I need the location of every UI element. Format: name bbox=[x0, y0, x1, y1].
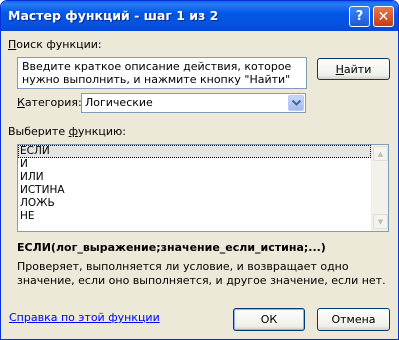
function-wizard-dialog: Мастер функций - шаг 1 из 2 ? ✕ Поиск фу… bbox=[0, 0, 399, 340]
ok-button[interactable]: ОК bbox=[233, 308, 305, 331]
window-title: Мастер функций - шаг 1 из 2 bbox=[8, 8, 219, 23]
find-button[interactable]: Найти bbox=[317, 58, 390, 80]
close-button[interactable]: ✕ bbox=[373, 6, 394, 27]
close-icon: ✕ bbox=[377, 8, 390, 25]
search-label: Поиск функции: bbox=[8, 38, 102, 51]
list-item[interactable]: ИСТИНА bbox=[18, 184, 371, 197]
function-description: Проверяет, выполняется ли условие, и воз… bbox=[17, 260, 386, 287]
category-select[interactable]: Логические bbox=[81, 93, 306, 113]
list-item[interactable]: ИЛИ bbox=[18, 171, 371, 184]
scroll-down-icon[interactable]: ▼ bbox=[373, 214, 388, 229]
list-item[interactable]: ЛОЖЬ bbox=[18, 197, 371, 210]
function-signature: ЕСЛИ(лог_выражение;значение_если_истина;… bbox=[17, 241, 326, 254]
list-item[interactable]: НЕ bbox=[18, 210, 371, 223]
list-item[interactable]: И bbox=[18, 158, 371, 171]
list-item[interactable]: ЕСЛИ bbox=[18, 145, 371, 158]
cancel-button[interactable]: Отмена bbox=[317, 308, 390, 331]
category-label: Категория: bbox=[17, 96, 82, 109]
help-link[interactable]: Справка по этой функции bbox=[9, 311, 160, 324]
function-list-label: Выберите функцию: bbox=[8, 125, 126, 138]
search-input[interactable]: Введите краткое описание действия, котор… bbox=[17, 57, 307, 89]
help-icon: ? bbox=[355, 9, 364, 24]
function-listbox[interactable]: ЕСЛИ И ИЛИ ИСТИНА ЛОЖЬ НЕ ▲ ▼ bbox=[17, 144, 389, 232]
chevron-down-icon[interactable] bbox=[288, 95, 304, 111]
help-button[interactable]: ? bbox=[349, 6, 370, 27]
list-scrollbar[interactable]: ▲ ▼ bbox=[371, 145, 388, 231]
scroll-up-icon[interactable]: ▲ bbox=[373, 146, 388, 161]
title-bar[interactable]: Мастер функций - шаг 1 из 2 ? ✕ bbox=[1, 1, 398, 31]
category-value: Логические bbox=[85, 96, 153, 109]
